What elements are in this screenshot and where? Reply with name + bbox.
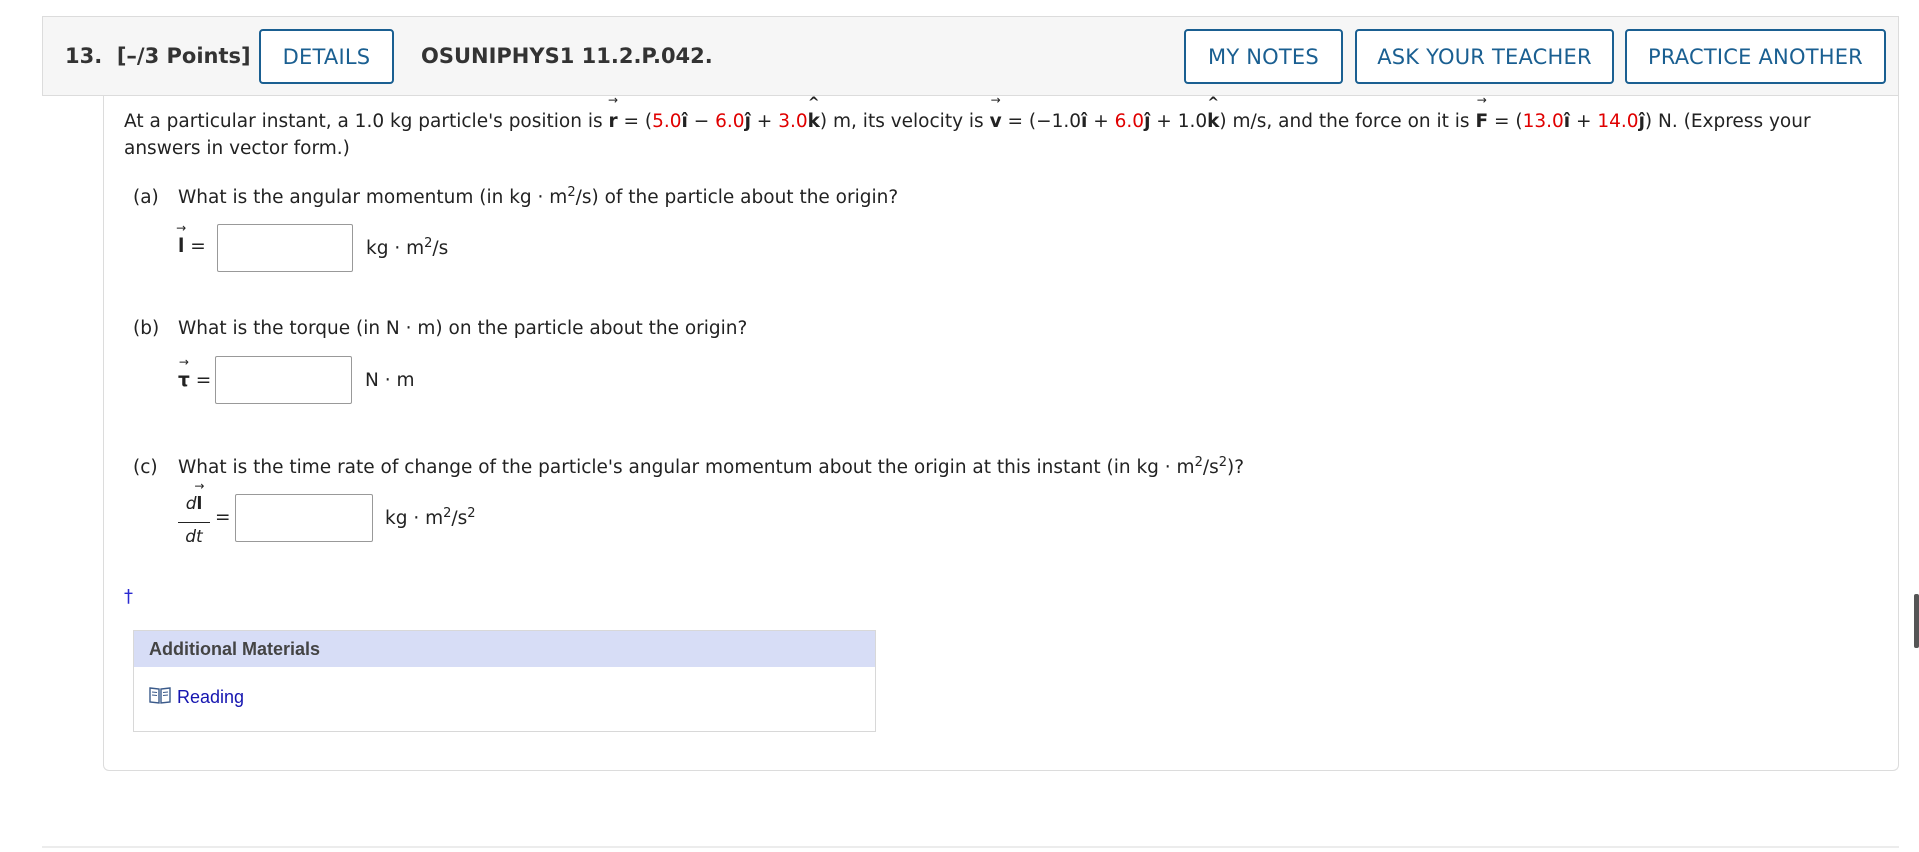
question-prompt: At a particular instant, a 1.0 kg partic… <box>124 93 1811 159</box>
part-b-answer-label: → τ = <box>178 355 212 391</box>
part-b-answer-input[interactable] <box>215 356 352 404</box>
f-y-value: 14.0 <box>1597 111 1639 132</box>
v-x-value: −1.0 <box>1036 111 1082 132</box>
details-button[interactable]: DETAILS <box>259 29 394 84</box>
scrollbar-handle[interactable] <box>1914 594 1919 648</box>
reading-link[interactable]: Reading <box>149 686 244 709</box>
v-y-value: 6.0 <box>1114 111 1145 132</box>
part-c-answer-input[interactable] <box>235 494 373 542</box>
part-b-question: (b) What is the torque (in N · m) on the … <box>133 318 748 339</box>
r-y-value: 6.0 <box>715 111 745 132</box>
practice-another-button[interactable]: PRACTICE ANOTHER <box>1625 29 1886 84</box>
part-c-question: (c) What is the time rate of change of th… <box>133 455 1245 479</box>
part-a-answer-label: → l = <box>176 221 206 257</box>
r-vector-symbol: → r <box>608 93 619 132</box>
part-a-units: kg · m2/s <box>366 236 449 260</box>
dagger-footnote-mark: † <box>124 586 133 607</box>
v-z-value: 1.0 <box>1177 111 1208 132</box>
part-c-answer-label: d → l dt <box>178 480 210 547</box>
v-vector-symbol: → v <box>989 93 1002 132</box>
points-label: [–/3 Points] <box>116 44 251 68</box>
question-number-points: 13. [–/3 Points] <box>65 44 251 68</box>
part-b-units: N · m <box>365 370 415 391</box>
ask-teacher-button[interactable]: ASK YOUR TEACHER <box>1355 29 1614 84</box>
my-notes-button[interactable]: MY NOTES <box>1184 29 1343 84</box>
question-code: OSUNIPHYS1 11.2.P.042. <box>421 44 713 68</box>
next-question-border <box>42 846 1899 848</box>
f-vector-symbol: → F <box>1475 93 1489 132</box>
part-a-question: (a) What is the angular momentum (in kg ·… <box>133 185 899 209</box>
additional-materials-panel: Additional Materials Reading <box>133 630 876 732</box>
reading-link-label[interactable]: Reading <box>177 687 244 708</box>
part-c-equals: = <box>215 507 231 528</box>
f-x-value: 13.0 <box>1522 111 1564 132</box>
r-z-value: 3.0 <box>778 111 808 132</box>
question-header: 13. [–/3 Points] DETAILS OSUNIPHYS1 11.2… <box>42 16 1899 96</box>
part-c-units: kg · m2/s2 <box>385 506 476 530</box>
additional-materials-title: Additional Materials <box>134 631 875 667</box>
part-a-answer-input[interactable] <box>217 224 353 272</box>
r-x-value: 5.0 <box>652 111 682 132</box>
book-icon <box>149 686 171 709</box>
